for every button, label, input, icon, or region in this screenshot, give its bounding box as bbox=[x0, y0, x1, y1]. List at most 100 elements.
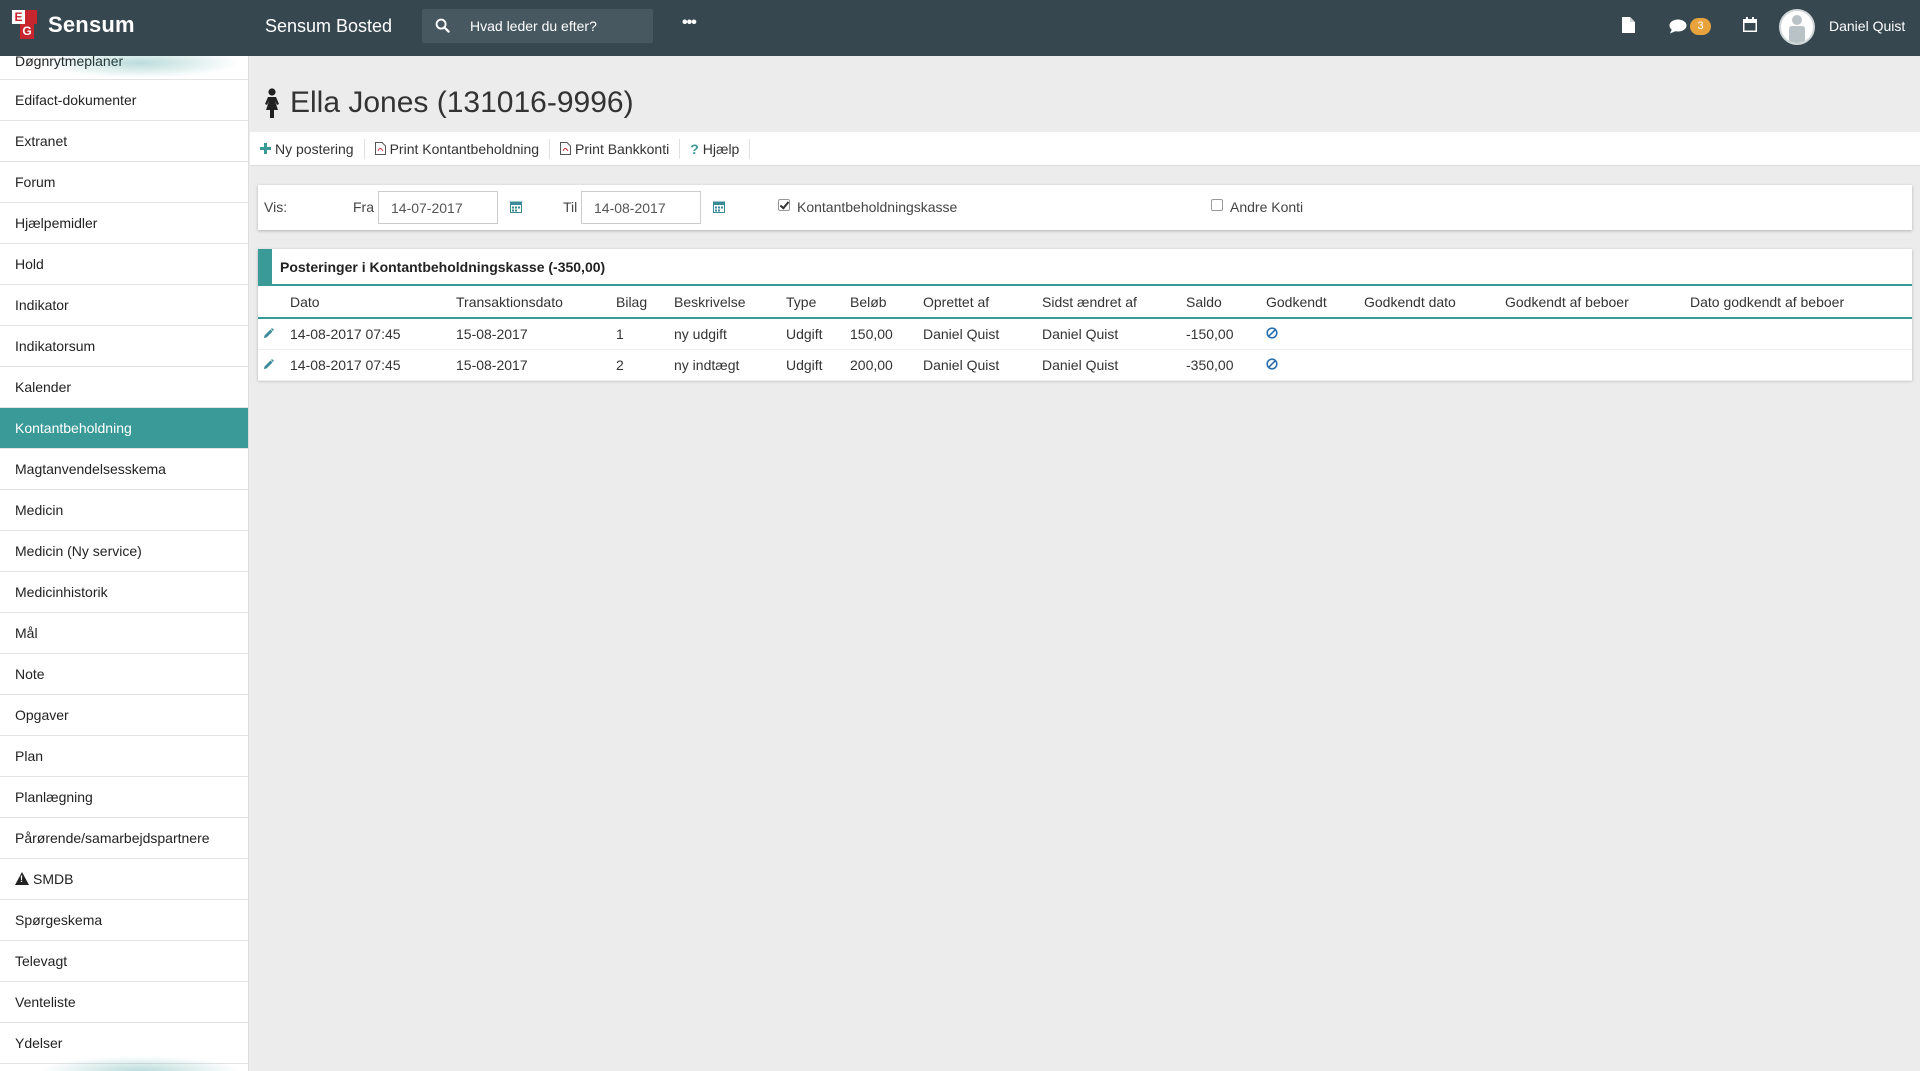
sidebar-item-extranet[interactable]: Extranet bbox=[0, 121, 248, 162]
sidebar-item-medicin[interactable]: Medicin bbox=[0, 490, 248, 531]
table-row[interactable]: 14-08-2017 07:45 15-08-2017 1 ny udgift … bbox=[258, 318, 1912, 350]
cell-beskrivelse: ny indtægt bbox=[674, 349, 786, 381]
search-box[interactable] bbox=[422, 9, 653, 43]
search-icon bbox=[435, 18, 450, 36]
action-bar: Ny postering Print Kontantbeholdning Pri… bbox=[250, 132, 1920, 166]
column-header[interactable]: Type bbox=[786, 286, 850, 319]
sidebar-item-kontantbeholdning[interactable]: Kontantbeholdning bbox=[0, 408, 248, 449]
logo[interactable]: E G Sensum bbox=[12, 10, 135, 40]
pdf-file-icon bbox=[374, 142, 386, 155]
column-header[interactable]: Beløb bbox=[850, 286, 923, 319]
sidebar-item-medicinhistorik[interactable]: Medicinhistorik bbox=[0, 572, 248, 613]
filter-bar: Vis: Fra Til Kontantbeholdningskasse And… bbox=[258, 185, 1912, 230]
sidebar-item-magtanvendelsesskema[interactable]: Magtanvendelsesskema bbox=[0, 449, 248, 490]
calendar-icon[interactable] bbox=[1743, 17, 1757, 35]
from-date-input[interactable] bbox=[378, 191, 498, 224]
cell-saldo: -350,00 bbox=[1186, 349, 1266, 381]
sidebar-item-televagt[interactable]: Televagt bbox=[0, 941, 248, 982]
cell-sidst-aendret-af: Daniel Quist bbox=[1042, 349, 1186, 381]
from-label: Fra bbox=[353, 199, 374, 215]
print-bank-button[interactable]: Print Bankkonti bbox=[560, 138, 681, 159]
to-date-input[interactable] bbox=[581, 191, 701, 224]
column-header[interactable]: Dato bbox=[290, 286, 456, 319]
cell-beloeb: 200,00 bbox=[850, 349, 923, 381]
sidebar-item-edifact-dokumenter[interactable]: Edifact-dokumenter bbox=[0, 80, 248, 121]
column-header[interactable]: Sidst ændret af bbox=[1042, 286, 1186, 319]
column-header[interactable]: Beskrivelse bbox=[674, 286, 786, 319]
cell-oprettet-af: Daniel Quist bbox=[923, 318, 1042, 350]
column-header[interactable]: Saldo bbox=[1186, 286, 1266, 319]
question-icon: ? bbox=[690, 140, 699, 157]
sidebar-item-label: SMDB bbox=[33, 871, 74, 887]
document-icon[interactable] bbox=[1622, 17, 1635, 36]
sidebar-item-maal[interactable]: Mål bbox=[0, 613, 248, 654]
sidebar-item-doegnrytmeplaner[interactable]: Døgnrytmeplaner bbox=[0, 56, 248, 80]
column-header[interactable]: Godkendt dato bbox=[1364, 286, 1505, 319]
sidebar-item-label: Pårørende/samarbejdspartnere bbox=[15, 830, 210, 846]
sidebar-item-label: Edifact-dokumenter bbox=[15, 92, 137, 108]
sidebar-item-venteliste[interactable]: Venteliste bbox=[0, 982, 248, 1023]
sidebar-item-plan[interactable]: Plan bbox=[0, 736, 248, 777]
brand-name: Sensum bbox=[48, 12, 135, 37]
sidebar-item-indikatorsum[interactable]: Indikatorsum bbox=[0, 326, 248, 367]
sidebar-item-label: Indikatorsum bbox=[15, 338, 96, 354]
top-bar: E G Sensum Sensum Bosted ••• 3 Daniel Qu… bbox=[0, 0, 1920, 56]
chat-badge: 3 bbox=[1690, 18, 1711, 35]
sidebar-item-label: Opgaver bbox=[15, 707, 69, 723]
plus-icon bbox=[260, 143, 271, 154]
cell-godkendt-af-beboer bbox=[1505, 349, 1690, 381]
avatar[interactable] bbox=[1779, 9, 1815, 45]
cash-account-checkbox[interactable] bbox=[778, 199, 790, 211]
print-cash-label: Print Kontantbeholdning bbox=[389, 140, 540, 157]
chat-icon[interactable] bbox=[1669, 19, 1687, 37]
column-header[interactable]: Transaktionsdato bbox=[456, 286, 616, 319]
other-accounts-checkbox[interactable] bbox=[1211, 199, 1223, 211]
eg-logo-icon: E G bbox=[12, 10, 40, 40]
edit-pencil-icon[interactable] bbox=[263, 357, 274, 373]
help-button[interactable]: ? Hjælp bbox=[690, 138, 751, 159]
table-row[interactable]: 14-08-2017 07:45 15-08-2017 2 ny indtægt… bbox=[258, 349, 1912, 381]
sidebar-item-label: Note bbox=[15, 666, 45, 682]
cell-oprettet-af: Daniel Quist bbox=[923, 349, 1042, 381]
sidebar-item-label: Medicin bbox=[15, 502, 64, 518]
cell-dato: 14-08-2017 07:45 bbox=[290, 349, 456, 381]
sidebar-item-spoergeskema[interactable]: Spørgeskema bbox=[0, 900, 248, 941]
edit-pencil-icon[interactable] bbox=[263, 326, 274, 342]
more-menu-icon[interactable]: ••• bbox=[682, 14, 697, 32]
new-posting-button[interactable]: Ny postering bbox=[260, 138, 365, 159]
sidebar-item-label: Medicinhistorik bbox=[15, 584, 108, 600]
sidebar-item-forum[interactable]: Forum bbox=[0, 162, 248, 203]
sidebar-item-ydelser[interactable]: Ydelser bbox=[0, 1023, 248, 1064]
sidebar-item-smdb[interactable]: SMDB bbox=[0, 859, 248, 900]
pdf-file-icon bbox=[560, 142, 572, 155]
column-header[interactable]: Godkendt bbox=[1266, 286, 1364, 319]
sidebar-item-label: Planlægning bbox=[15, 789, 93, 805]
sidebar-item-label: Indikator bbox=[15, 297, 69, 313]
print-cash-button[interactable]: Print Kontantbeholdning bbox=[374, 138, 551, 159]
sidebar-item-label: Hold bbox=[15, 256, 44, 272]
sidebar-item-label: Magtanvendelsesskema bbox=[15, 461, 166, 477]
sidebar-item-hjaelpemidler[interactable]: Hjælpemidler bbox=[0, 203, 248, 244]
column-header[interactable]: Oprettet af bbox=[923, 286, 1042, 319]
cell-saldo: -150,00 bbox=[1186, 318, 1266, 350]
calendar-icon[interactable] bbox=[713, 200, 725, 216]
calendar-icon[interactable] bbox=[510, 200, 522, 216]
cell-bilag: 1 bbox=[616, 318, 674, 350]
sidebar-item-hold[interactable]: Hold bbox=[0, 244, 248, 285]
column-header[interactable]: Godkendt af beboer bbox=[1505, 286, 1690, 319]
sidebar-item-indikator[interactable]: Indikator bbox=[0, 285, 248, 326]
sidebar-item-paaroerende[interactable]: Pårørende/samarbejdspartnere bbox=[0, 818, 248, 859]
sidebar-item-medicin-ny-service[interactable]: Medicin (Ny service) bbox=[0, 531, 248, 572]
sidebar-item-planlaegning[interactable]: Planlægning bbox=[0, 777, 248, 818]
column-header[interactable]: Dato godkendt af beboer bbox=[1690, 286, 1912, 319]
postings-table: Dato Transaktionsdato Bilag Beskrivelse … bbox=[258, 286, 1912, 381]
column-header[interactable]: Bilag bbox=[616, 286, 674, 319]
page-title: Ella Jones (131016-9996) bbox=[262, 86, 634, 120]
sidebar-item-note[interactable]: Note bbox=[0, 654, 248, 695]
sidebar-item-opgaver[interactable]: Opgaver bbox=[0, 695, 248, 736]
sidebar-item-kalender[interactable]: Kalender bbox=[0, 367, 248, 408]
app-title[interactable]: Sensum Bosted bbox=[265, 16, 392, 37]
user-name[interactable]: Daniel Quist bbox=[1829, 18, 1905, 34]
search-input[interactable] bbox=[470, 17, 640, 35]
sidebar-item-label: Kalender bbox=[15, 379, 72, 395]
